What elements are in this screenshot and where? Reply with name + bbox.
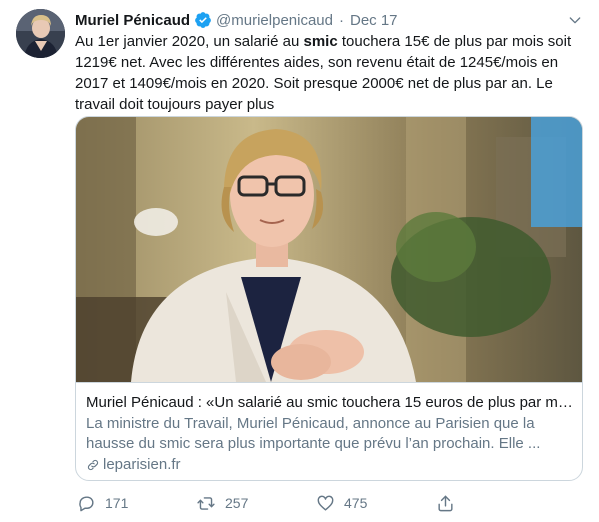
card-title[interactable]: Muriel Pénicaud : «Un salarié au smic to… bbox=[86, 393, 574, 413]
tweet-text: Au 1er janvier 2020, un salarié au smic … bbox=[75, 31, 587, 115]
retweet-count: 257 bbox=[225, 495, 249, 511]
separator-dot: · bbox=[338, 11, 344, 29]
reply-button[interactable]: 171 bbox=[77, 494, 196, 513]
card-image[interactable] bbox=[76, 117, 582, 382]
card-description-line: hausse du smic sera plus importante que … bbox=[86, 435, 541, 452]
tweet-header: Muriel Pénicaud @murielpenicaud · Dec 17 bbox=[75, 10, 585, 30]
card-description-line: La ministre du Travail, Muriel Pénicaud,… bbox=[86, 415, 535, 432]
like-count: 475 bbox=[344, 495, 368, 511]
avatar[interactable] bbox=[16, 9, 65, 58]
card-body[interactable]: Muriel Pénicaud : «Un salarié au smic to… bbox=[76, 382, 582, 480]
link-icon bbox=[87, 459, 99, 471]
card-description: La ministre du Travail, Muriel Pénicaud,… bbox=[86, 414, 574, 454]
action-bar: 171 257 475 bbox=[75, 491, 535, 515]
link-card[interactable]: Muriel Pénicaud : «Un salarié au smic to… bbox=[75, 116, 583, 481]
heart-icon bbox=[317, 495, 334, 511]
display-name[interactable]: Muriel Pénicaud bbox=[75, 12, 190, 29]
reply-icon bbox=[79, 495, 94, 511]
retweet-icon bbox=[197, 496, 215, 510]
share-button[interactable] bbox=[436, 494, 464, 513]
verified-badge-icon bbox=[194, 11, 212, 29]
tweet[interactable]: Muriel Pénicaud @murielpenicaud · Dec 17… bbox=[0, 0, 599, 522]
retweet-button[interactable]: 257 bbox=[196, 494, 316, 513]
reply-count: 171 bbox=[105, 495, 129, 511]
card-domain[interactable]: leparisien.fr bbox=[86, 455, 574, 475]
chevron-down-icon[interactable] bbox=[565, 10, 585, 30]
handle[interactable]: @murielpenicaud bbox=[216, 12, 333, 29]
like-button[interactable]: 475 bbox=[316, 494, 436, 513]
share-icon bbox=[438, 495, 453, 511]
tweet-text-part: Au 1er janvier 2020, un salarié au bbox=[75, 33, 304, 50]
tweet-date[interactable]: Dec 17 bbox=[350, 12, 398, 29]
card-domain-text[interactable]: leparisien.fr bbox=[103, 455, 181, 475]
tweet-text-bold: smic bbox=[303, 33, 338, 50]
